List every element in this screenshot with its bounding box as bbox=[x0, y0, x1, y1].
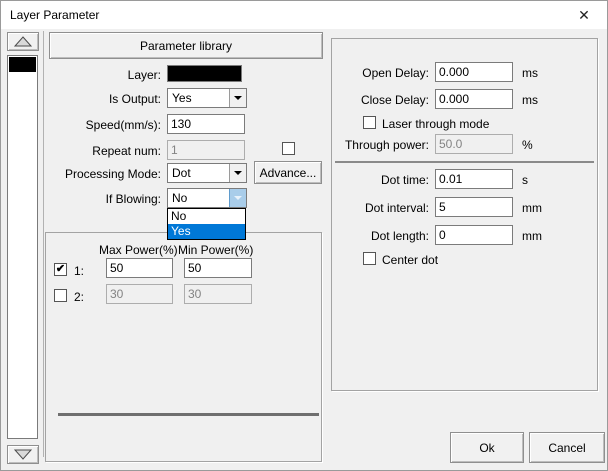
dot-interval-label: Dot interval: bbox=[365, 201, 429, 215]
dot-length-unit: mm bbox=[522, 229, 542, 243]
is-output-dropdown-button[interactable] bbox=[229, 89, 246, 107]
dot-time-input[interactable] bbox=[435, 169, 513, 189]
processing-mode-value: Dot bbox=[172, 166, 191, 180]
power1-label: 1: bbox=[74, 264, 84, 278]
processing-mode-label: Processing Mode: bbox=[65, 167, 161, 181]
dot-length-label: Dot length: bbox=[371, 229, 429, 243]
parameter-library-button[interactable]: Parameter library bbox=[49, 32, 323, 59]
power1-checkbox[interactable]: ✔ bbox=[54, 263, 67, 276]
dropdown-option-yes[interactable]: Yes bbox=[168, 224, 245, 239]
repeat-num-checkbox[interactable] bbox=[282, 142, 295, 155]
laser-settings-separator bbox=[335, 161, 594, 163]
layer-color-swatch[interactable] bbox=[167, 65, 242, 82]
if-blowing-dropdown-button[interactable] bbox=[229, 189, 246, 207]
chevron-down-icon bbox=[234, 171, 242, 175]
max-power-header: Max Power(%) bbox=[99, 243, 178, 257]
down-triangle-icon bbox=[14, 449, 32, 460]
close-delay-label: Close Delay: bbox=[361, 93, 429, 107]
power2-label: 2: bbox=[74, 290, 84, 304]
dot-length-input[interactable] bbox=[435, 225, 513, 245]
window-title: Layer Parameter bbox=[10, 8, 99, 22]
open-delay-label: Open Delay: bbox=[362, 66, 429, 80]
laser-through-label: Laser through mode bbox=[382, 117, 489, 131]
if-blowing-value: No bbox=[172, 191, 187, 205]
divider bbox=[43, 31, 44, 457]
close-icon: ✕ bbox=[578, 7, 590, 23]
power-group-separator bbox=[58, 413, 319, 416]
layer-color-item[interactable] bbox=[9, 57, 36, 72]
dot-interval-unit: mm bbox=[522, 201, 542, 215]
power1-min-input[interactable] bbox=[184, 258, 252, 278]
min-power-header: Min Power(%) bbox=[178, 243, 253, 257]
if-blowing-dropdown-list: No Yes bbox=[167, 208, 246, 240]
close-delay-input[interactable] bbox=[435, 89, 513, 109]
laser-through-checkbox[interactable] bbox=[363, 116, 376, 129]
dot-time-label: Dot time: bbox=[381, 173, 429, 187]
repeat-num-input bbox=[167, 140, 245, 160]
layer-parameter-dialog: Layer Parameter ✕ Parameter library Laye… bbox=[0, 0, 608, 471]
chevron-down-icon bbox=[234, 96, 242, 100]
layer-list-up-button[interactable] bbox=[7, 32, 39, 51]
repeat-num-label: Repeat num: bbox=[92, 144, 161, 158]
power2-checkbox[interactable] bbox=[54, 289, 67, 302]
advance-button[interactable]: Advance... bbox=[254, 161, 322, 184]
check-icon: ✔ bbox=[56, 263, 65, 275]
titlebar: Layer Parameter ✕ bbox=[1, 1, 607, 29]
close-delay-unit: ms bbox=[522, 93, 538, 107]
is-output-value: Yes bbox=[172, 91, 192, 105]
chevron-down-icon bbox=[234, 196, 242, 200]
dot-time-unit: s bbox=[522, 173, 528, 187]
dropdown-option-no[interactable]: No bbox=[168, 209, 245, 224]
open-delay-input[interactable] bbox=[435, 62, 513, 82]
center-dot-checkbox[interactable] bbox=[363, 252, 376, 265]
through-power-input bbox=[435, 134, 513, 154]
layer-list-down-button[interactable] bbox=[7, 445, 39, 464]
speed-label: Speed(mm/s): bbox=[86, 118, 161, 132]
cancel-button[interactable]: Cancel bbox=[529, 432, 605, 463]
power2-max-input bbox=[106, 284, 173, 304]
speed-input[interactable] bbox=[167, 114, 245, 134]
power1-max-input[interactable] bbox=[106, 258, 173, 278]
center-dot-label: Center dot bbox=[382, 253, 438, 267]
up-triangle-icon bbox=[14, 36, 32, 47]
processing-mode-dropdown-button[interactable] bbox=[229, 164, 246, 182]
layer-label: Layer: bbox=[128, 68, 161, 82]
is-output-label: Is Output: bbox=[109, 92, 161, 106]
open-delay-unit: ms bbox=[522, 66, 538, 80]
power2-min-input bbox=[184, 284, 252, 304]
if-blowing-combobox[interactable]: No bbox=[167, 188, 247, 208]
dot-interval-input[interactable] bbox=[435, 197, 513, 217]
is-output-combobox[interactable]: Yes bbox=[167, 88, 247, 108]
if-blowing-label: If Blowing: bbox=[106, 192, 161, 206]
layer-color-list[interactable] bbox=[7, 55, 38, 439]
ok-button[interactable]: Ok bbox=[450, 432, 524, 463]
through-power-unit: % bbox=[522, 138, 533, 152]
through-power-label: Through power: bbox=[345, 138, 429, 152]
processing-mode-combobox[interactable]: Dot bbox=[167, 163, 247, 183]
close-button[interactable]: ✕ bbox=[567, 1, 601, 29]
